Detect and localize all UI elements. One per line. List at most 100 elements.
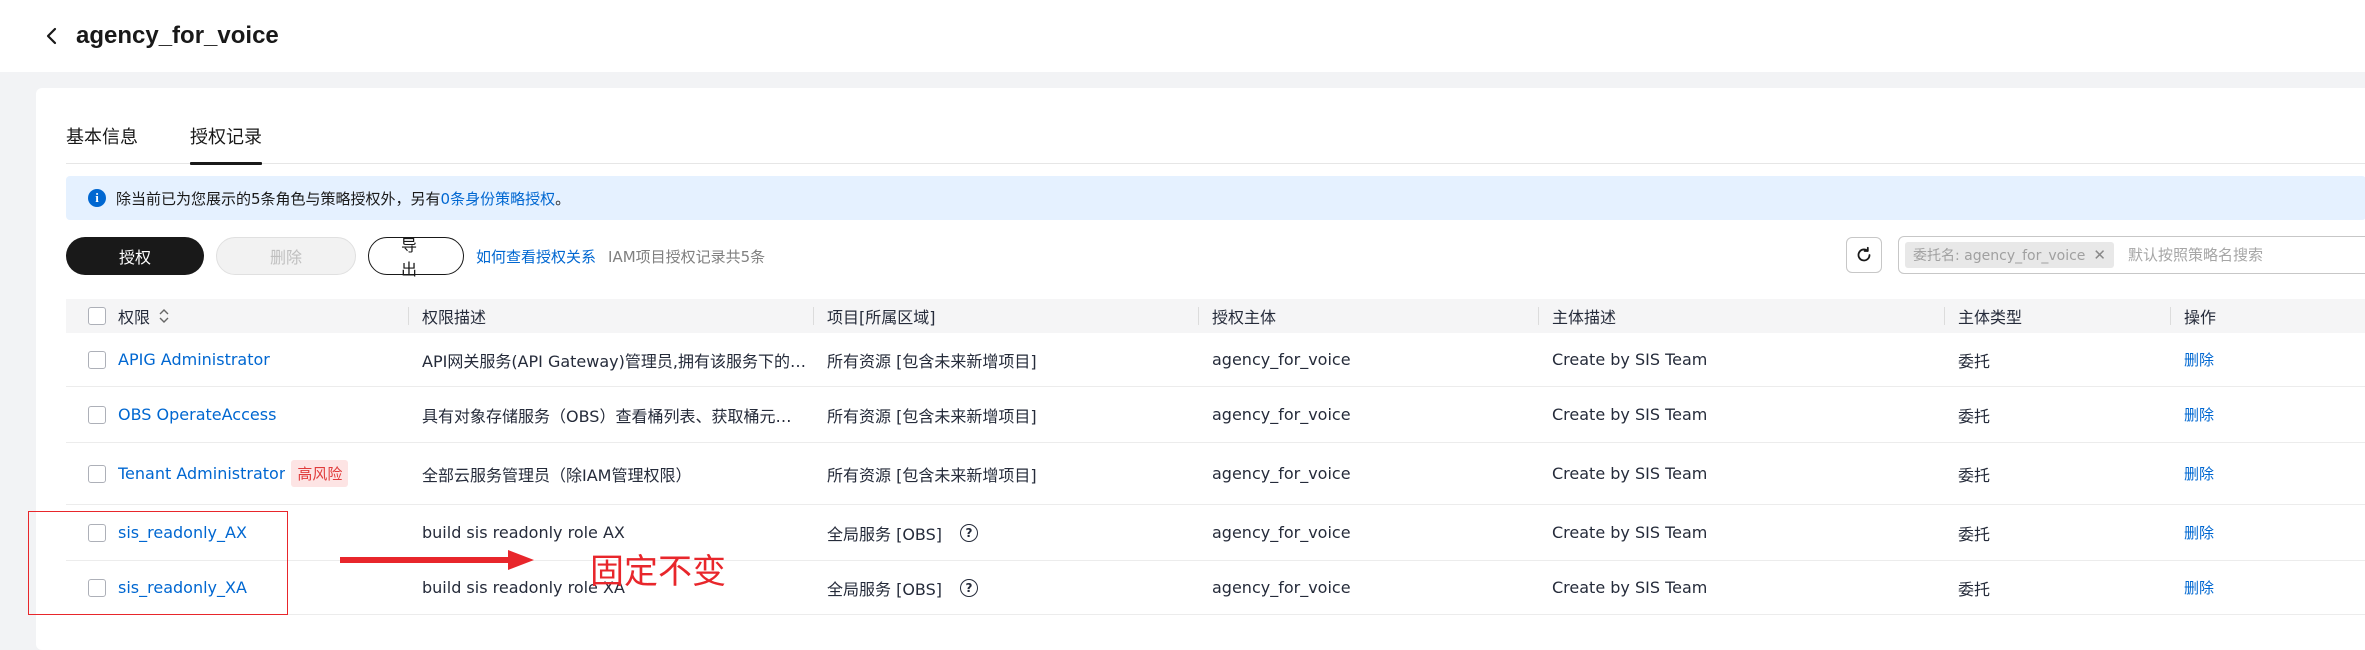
tab-bar: 基本信息 授权记录: [66, 116, 2365, 165]
subject-type-cell: 委托: [1958, 579, 1991, 599]
description-text: 全部云服务管理员（除IAM管理权限）: [422, 465, 692, 485]
permission-cell: APIG Administrator: [118, 333, 408, 386]
subject-type-cell: 委托: [1958, 465, 1991, 485]
permission-link[interactable]: sis_readonly_XA: [118, 578, 247, 597]
subject-type-cell: 委托: [1958, 406, 1991, 426]
subject-type-cell: 委托: [1958, 351, 1991, 371]
page-header: agency_for_voice: [0, 0, 2365, 72]
alert-text: 除当前已为您展示的5条角色与策略授权外，另有: [116, 189, 441, 208]
permission-link[interactable]: APIG Administrator: [118, 350, 270, 369]
search-box: 委托名: agency_for_voice ✕: [1898, 236, 2365, 274]
subject-cell: agency_for_voice: [1212, 464, 1351, 483]
alert-text-end: 。: [555, 189, 571, 208]
delete-button[interactable]: 删除: [216, 237, 356, 275]
description-cell: 全部云服务管理员（除IAM管理权限）: [408, 443, 813, 504]
subject-description-cell: Create by SIS Team: [1552, 578, 1708, 597]
permission-cell: OBS OperateAccess: [118, 387, 408, 442]
column-header-subject: 授权主体: [1198, 299, 1538, 333]
project-text: 全局服务 [OBS]: [827, 579, 943, 599]
row-checkbox[interactable]: [88, 464, 106, 483]
description-cell: API网关服务(API Gateway)管理员,拥有该服务下的…: [408, 333, 813, 386]
toolbar: 授权 删除 导出 如何查看授权关系 IAM项目授权记录共5条 委托名: agen…: [66, 236, 2365, 279]
permission-link[interactable]: sis_readonly_AX: [118, 523, 247, 542]
authorize-button[interactable]: 授权: [66, 237, 204, 275]
subject-description-cell: Create by SIS Team: [1552, 464, 1708, 483]
delete-link[interactable]: 删除: [2184, 522, 2214, 543]
search-input[interactable]: [2127, 246, 2365, 264]
column-header-subject-description: 主体描述: [1538, 299, 1944, 333]
high-risk-badge: 高风险: [291, 460, 349, 487]
filter-tag-label: 委托名: agency_for_voice: [1913, 248, 2086, 264]
row-checkbox[interactable]: [88, 350, 106, 369]
description-cell: 具有对象存储服务（OBS）查看桶列表、获取桶元…: [408, 387, 813, 442]
column-header-project: 项目[所属区域]: [813, 299, 1198, 333]
delete-link[interactable]: 删除: [2184, 463, 2214, 484]
subject-cell: agency_for_voice: [1212, 405, 1351, 424]
row-checkbox-cell: [66, 505, 118, 560]
project-cell: 所有资源 [包含未来新增项目]: [827, 406, 1037, 426]
filter-tag: 委托名: agency_for_voice ✕: [1905, 242, 2114, 268]
help-link[interactable]: 如何查看授权关系: [476, 246, 596, 267]
subject-cell: agency_for_voice: [1212, 578, 1351, 597]
annotation-text: 固定不变: [590, 552, 726, 592]
permission-link[interactable]: Tenant Administrator: [118, 464, 285, 483]
column-header-permission[interactable]: 权限: [118, 299, 408, 333]
page-title: agency_for_voice: [76, 22, 279, 49]
refresh-button[interactable]: [1846, 237, 1882, 273]
subject-description-cell: Create by SIS Team: [1552, 350, 1708, 369]
record-count: IAM项目授权记录共5条: [608, 247, 766, 266]
row-checkbox-cell: [66, 561, 118, 614]
project-cell: 全局服务 [OBS] ?: [813, 505, 1198, 560]
info-icon: i: [88, 189, 106, 207]
operation-cell: 删除: [2170, 387, 2365, 442]
operation-cell: 删除: [2170, 505, 2365, 560]
info-alert: i 除当前已为您展示的5条角色与策略授权外，另有 0条身份策略授权 。: [66, 176, 2365, 220]
column-header-subject-type: 主体类型: [1944, 299, 2170, 333]
description-text: 具有对象存储服务（OBS）查看桶列表、获取桶元…: [422, 406, 792, 426]
identity-policy-link[interactable]: 0条身份策略授权: [441, 188, 556, 209]
annotation-arrow-icon: [340, 550, 534, 570]
refresh-icon: [1857, 246, 1871, 262]
column-header-description: 权限描述: [408, 299, 813, 333]
table-row: APIG Administrator API网关服务(API Gateway)管…: [66, 333, 2365, 387]
project-cell: 全局服务 [OBS] ?: [813, 561, 1198, 614]
table-header: 权限 权限描述 项目[所属区域] 授权主体 主体描述 主体类型 操作: [66, 299, 2365, 333]
select-all-checkbox[interactable]: [88, 307, 106, 325]
export-button[interactable]: 导出: [368, 237, 464, 279]
permission-link[interactable]: OBS OperateAccess: [118, 405, 276, 424]
column-label: 权限: [118, 308, 151, 327]
row-checkbox-cell: [66, 333, 118, 386]
select-all-cell: [66, 299, 118, 333]
back-button[interactable]: [32, 16, 72, 56]
description-text: API网关服务(API Gateway)管理员,拥有该服务下的…: [422, 351, 806, 371]
subject-description-cell: Create by SIS Team: [1552, 405, 1708, 424]
description-text: build sis readonly role AX: [422, 523, 625, 542]
table-row: Tenant Administrator 高风险 全部云服务管理员（除IAM管理…: [66, 443, 2365, 505]
subject-description-cell: Create by SIS Team: [1552, 523, 1708, 542]
help-icon[interactable]: ?: [960, 578, 979, 597]
row-checkbox[interactable]: [88, 523, 106, 542]
delete-link[interactable]: 删除: [2184, 349, 2214, 370]
permission-cell: Tenant Administrator 高风险: [118, 443, 408, 504]
subject-cell: agency_for_voice: [1212, 350, 1351, 369]
project-cell: 所有资源 [包含未来新增项目]: [827, 465, 1037, 485]
row-checkbox-cell: [66, 387, 118, 442]
delete-link[interactable]: 删除: [2184, 577, 2214, 598]
subject-type-cell: 委托: [1958, 524, 1991, 544]
tab-authorization-records[interactable]: 授权记录: [190, 116, 262, 165]
close-icon[interactable]: ✕: [2093, 246, 2106, 264]
operation-cell: 删除: [2170, 333, 2365, 386]
delete-link[interactable]: 删除: [2184, 404, 2214, 425]
table-row: OBS OperateAccess 具有对象存储服务（OBS）查看桶列表、获取桶…: [66, 387, 2365, 443]
operation-cell: 删除: [2170, 561, 2365, 614]
operation-cell: 删除: [2170, 443, 2365, 504]
row-checkbox[interactable]: [88, 405, 106, 424]
chevron-left-icon: [46, 27, 57, 45]
sort-icon[interactable]: [158, 308, 170, 324]
subject-cell: agency_for_voice: [1212, 523, 1351, 542]
help-icon[interactable]: ?: [960, 523, 979, 542]
column-header-operation: 操作: [2170, 299, 2365, 333]
project-text: 全局服务 [OBS]: [827, 524, 943, 544]
tab-basic-info[interactable]: 基本信息: [66, 116, 138, 164]
row-checkbox[interactable]: [88, 578, 106, 597]
